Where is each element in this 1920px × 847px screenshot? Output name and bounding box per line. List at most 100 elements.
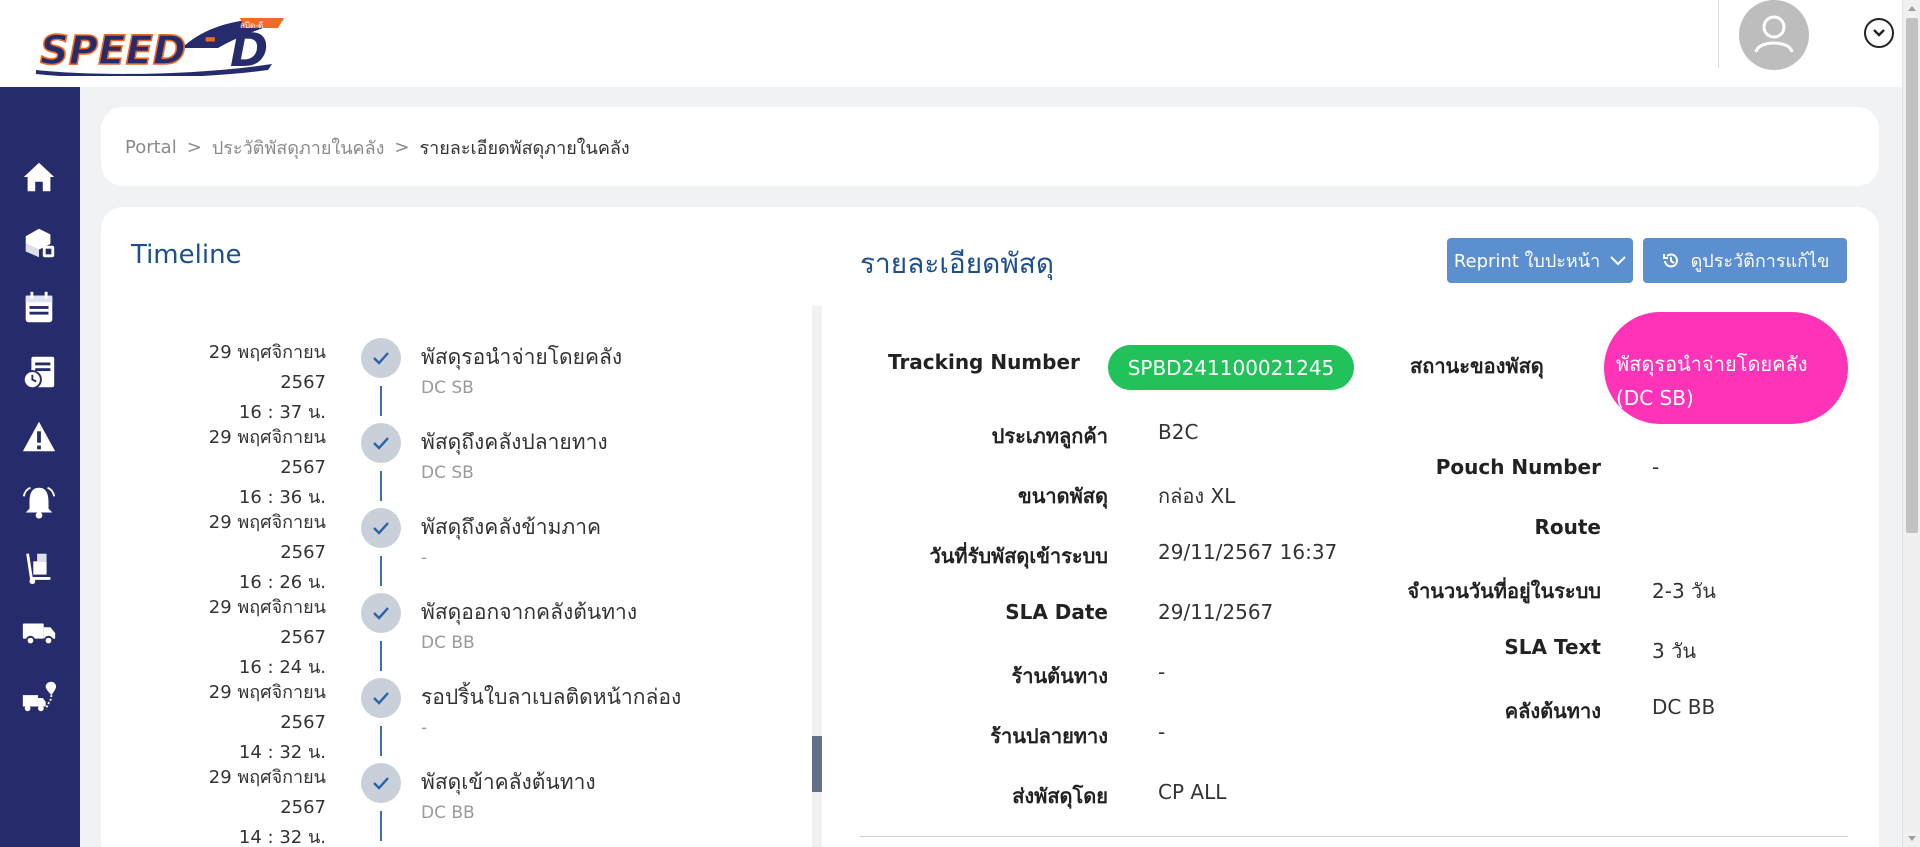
history-icon bbox=[1662, 253, 1678, 267]
timeline-status: พัสดุออกจากคลังต้นทาง bbox=[421, 600, 638, 624]
sla-text-label: SLA Text bbox=[1504, 635, 1601, 659]
timeline-location: DC BB bbox=[421, 633, 475, 653]
sla-date-value: 29/11/2567 bbox=[1158, 600, 1274, 624]
check-icon bbox=[361, 678, 401, 718]
timeline-status: พัสดุรอนำจ่ายโดยคลัง bbox=[421, 345, 623, 369]
sidebar bbox=[0, 87, 80, 847]
timeline-item: 29 พฤศจิกายน 2567 14 : 32 น. พัสดุเข้าคลัง… bbox=[100, 763, 680, 847]
details-title: รายละเอียดพัสดุ bbox=[860, 247, 1055, 280]
sender-value: CP ALL bbox=[1158, 780, 1227, 804]
timeline-scrollbar-thumb[interactable] bbox=[812, 736, 822, 792]
breadcrumb-separator: > bbox=[186, 137, 202, 158]
view-history-button[interactable]: ดูประวัติการแก้ไข bbox=[1643, 238, 1847, 283]
route-truck-icon bbox=[22, 681, 57, 712]
sla-text-value: 3 วัน bbox=[1652, 639, 1696, 663]
timeline-location: DC BB bbox=[421, 803, 475, 823]
sidebar-item-reports[interactable] bbox=[14, 349, 64, 395]
header-divider bbox=[1718, 0, 1719, 68]
details-divider bbox=[860, 836, 1848, 837]
avatar[interactable] bbox=[1739, 0, 1809, 70]
svg-text:D: D bbox=[230, 23, 268, 76]
timeline-connector bbox=[380, 556, 382, 586]
origin-shop-label: ร้านต้นทาง bbox=[1011, 664, 1108, 688]
route-label: Route bbox=[1534, 515, 1601, 539]
sidebar-item-home[interactable] bbox=[14, 154, 64, 200]
logo-small-text: สปีด-ดี bbox=[240, 21, 263, 30]
user-icon bbox=[1754, 15, 1794, 53]
pouch-number-label: Pouch Number bbox=[1435, 455, 1601, 479]
customer-type-value: B2C bbox=[1158, 420, 1199, 444]
customer-type-label: ประเภทลูกค้า bbox=[991, 424, 1108, 448]
account-menu-button[interactable] bbox=[1864, 18, 1894, 48]
timeline-status: รอปริ้นใบลาเบลติดหน้ากล่อง bbox=[421, 685, 682, 709]
sidebar-item-warehouse[interactable] bbox=[14, 284, 64, 330]
reprint-button[interactable]: Reprint ใบปะหน้า bbox=[1447, 238, 1633, 283]
scroll-up-icon[interactable] bbox=[1908, 6, 1916, 11]
breadcrumb: Portal > ประวัติพัสดุภายในคลัง > รายละเอ… bbox=[125, 133, 630, 162]
tracking-number-badge: SPBD241100021245 bbox=[1108, 345, 1354, 390]
sidebar-item-routes[interactable] bbox=[14, 674, 64, 720]
report-clock-icon bbox=[22, 356, 55, 390]
breadcrumb-portal[interactable]: Portal bbox=[125, 137, 177, 158]
timeline-connector bbox=[380, 811, 382, 841]
days-in-system-label: จำนวนวันที่อยู่ในระบบ bbox=[1407, 579, 1601, 603]
top-bar: SPEED D - สปีด-ดี bbox=[0, 0, 1902, 87]
parcel-size-label: ขนาดพัสดุ bbox=[1018, 484, 1108, 508]
scroll-down-icon[interactable] bbox=[1908, 836, 1916, 841]
page-scrollbar[interactable] bbox=[1902, 0, 1920, 847]
breadcrumb-card: Portal > ประวัติพัสดุภายในคลัง > รายละเอ… bbox=[101, 107, 1879, 186]
timeline-location: - bbox=[421, 548, 428, 568]
sidebar-item-delivery[interactable] bbox=[14, 609, 64, 655]
breadcrumb-history[interactable]: ประวัติพัสดุภายในคลัง bbox=[212, 133, 385, 162]
timeline-connector bbox=[380, 641, 382, 671]
origin-warehouse-value: DC BB bbox=[1652, 695, 1716, 719]
timeline-date: 29 พฤศจิกายน 2567 14 : 32 น. bbox=[208, 767, 326, 847]
timeline-connector bbox=[380, 386, 382, 416]
sla-date-label: SLA Date bbox=[1005, 600, 1108, 624]
timeline-date: 29 พฤศจิกายน 2567 16 : 24 น. bbox=[208, 597, 326, 678]
breadcrumb-current: รายละเอียดพัสดุภายในคลัง bbox=[419, 138, 630, 159]
reprint-label: Reprint ใบปะหน้า bbox=[1453, 251, 1601, 272]
pouch-number-value: - bbox=[1652, 455, 1660, 479]
timeline-date: 29 พฤศจิกายน 2567 14 : 32 น. bbox=[208, 682, 326, 763]
parcel-status-label: สถานะของพัสดุ bbox=[1410, 354, 1544, 378]
origin-warehouse-label: คลังต้นทาง bbox=[1504, 699, 1601, 723]
sidebar-item-handling[interactable] bbox=[14, 544, 64, 590]
scrollbar-thumb[interactable] bbox=[1906, 18, 1918, 533]
bell-icon bbox=[22, 486, 56, 519]
tracking-number-label: Tracking Number bbox=[888, 350, 1080, 374]
check-icon bbox=[361, 423, 401, 463]
timeline-item: 29 พฤศจิกายน 2567 14 : 32 น. รอปริ้นใบลาเบ… bbox=[100, 678, 682, 763]
check-icon bbox=[361, 593, 401, 633]
destination-shop-value: - bbox=[1158, 720, 1166, 744]
speed-d-logo[interactable]: SPEED D - สปีด-ดี bbox=[32, 14, 294, 76]
delivery-truck-icon bbox=[22, 623, 56, 646]
warehouse-calendar-icon bbox=[25, 291, 53, 323]
received-date-label: วันที่รับพัสดุเข้าระบบ bbox=[929, 544, 1108, 568]
sidebar-item-notifications[interactable] bbox=[14, 479, 64, 525]
breadcrumb-separator: > bbox=[394, 137, 410, 158]
sender-label: ส่งพัสดุโดย bbox=[1012, 784, 1108, 808]
timeline-date: 29 พฤศจิกายน 2567 16 : 37 น. bbox=[208, 342, 326, 423]
timeline-location: - bbox=[421, 718, 428, 738]
timeline-status: พัสดุเข้าคลังต้นทาง bbox=[421, 770, 596, 794]
parcel-status-badge: พัสดุรอนำจ่ายโดยคลัง (DC SB) bbox=[1604, 312, 1848, 424]
timeline-date: 29 พฤศจิกายน 2567 16 : 36 น. bbox=[208, 427, 326, 508]
timeline-item: 29 พฤศจิกายน 2567 16 : 26 น. พัสดุถึงคลังข… bbox=[100, 508, 680, 593]
days-in-system-value: 2-3 วัน bbox=[1652, 579, 1716, 603]
timeline-location: DC SB bbox=[421, 378, 474, 398]
svg-text:-: - bbox=[204, 21, 216, 56]
timeline-item: 29 พฤศจิกายน 2567 16 : 37 น. พัสดุรอนำจ่าย… bbox=[100, 338, 680, 423]
timeline-status: พัสดุถึงคลังข้ามภาค bbox=[421, 515, 602, 539]
svg-text:SPEED: SPEED bbox=[40, 28, 186, 74]
sidebar-item-alerts[interactable] bbox=[14, 414, 64, 460]
parcel-boxes-icon bbox=[25, 228, 55, 258]
destination-shop-label: ร้านปลายทาง bbox=[990, 724, 1108, 748]
history-label: ดูประวัติการแก้ไข bbox=[1690, 251, 1830, 272]
chevron-down-icon bbox=[1610, 255, 1626, 265]
check-icon bbox=[361, 508, 401, 548]
warning-icon bbox=[22, 421, 56, 452]
timeline-item: 29 พฤศจิกายน 2567 16 : 36 น. พัสดุถึงคลังป… bbox=[100, 423, 680, 508]
sidebar-item-parcels[interactable] bbox=[14, 219, 64, 265]
timeline-location: DC SB bbox=[421, 463, 474, 483]
